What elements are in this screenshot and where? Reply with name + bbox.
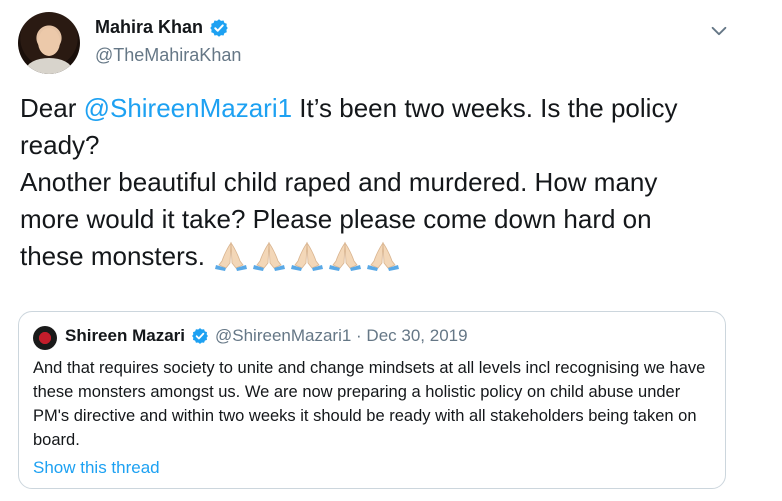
tweet-text-prefix: Dear [20,93,84,123]
quoted-tweet-text: And that requires society to unite and c… [33,359,706,449]
author-name[interactable]: Mahira Khan [95,17,203,38]
folded-hands-emoji [328,241,361,271]
author-avatar[interactable] [18,12,80,74]
quoted-tweet[interactable]: Shireen Mazari @ShireenMazari1 · Dec 30,… [18,311,726,489]
folded-hands-emoji [366,241,399,271]
author-name-row[interactable]: Mahira Khan [95,17,229,38]
mention-link[interactable]: @ShireenMazari1 [84,93,292,123]
show-thread-link[interactable]: Show this thread [33,458,160,478]
folded-hands-emoji [252,241,285,271]
verified-badge-icon [210,18,228,37]
author-handle[interactable]: @TheMahiraKhan [95,45,241,66]
chevron-down-icon[interactable] [708,20,730,42]
emoji-row [213,241,401,271]
quoted-author-avatar[interactable] [33,326,57,350]
folded-hands-emoji [290,241,323,271]
quoted-tweet-header: Shireen Mazari @ShireenMazari1 · Dec 30,… [65,326,468,346]
avatar-shoulders [26,58,72,74]
quoted-author-name[interactable]: Shireen Mazari [65,326,185,346]
tweet-text: Dear @ShireenMazari1 It’s been two weeks… [20,90,710,275]
avatar-face [38,28,60,56]
verified-badge-icon [192,328,208,344]
folded-hands-emoji [214,241,247,271]
quoted-handle-date: @ShireenMazari1 · Dec 30, 2019 [215,326,468,345]
